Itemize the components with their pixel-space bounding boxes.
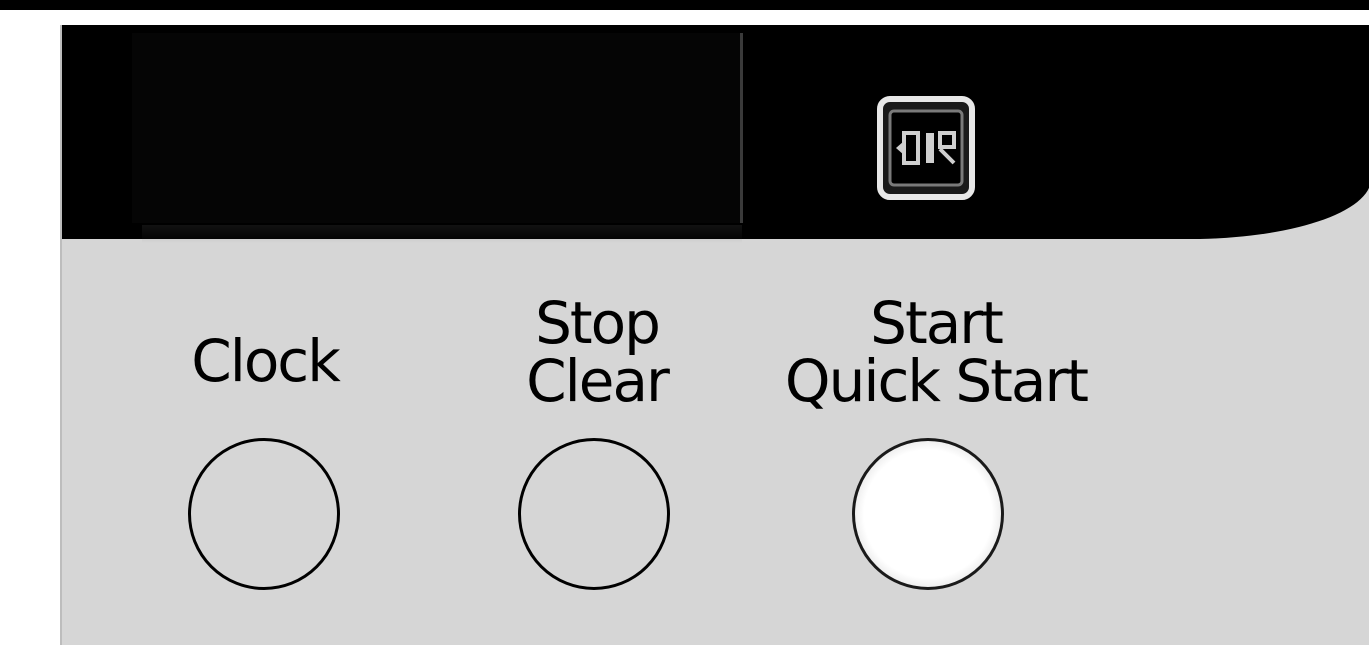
clock-label-line: Clock: [191, 327, 341, 395]
display-band: [62, 25, 1369, 239]
display-reflection: [142, 225, 742, 243]
clock-button[interactable]: [188, 438, 340, 590]
clock-label: Clock: [160, 328, 370, 394]
display-indicator-icon: [877, 96, 975, 200]
start-quick-start-label: Start Quick Start: [766, 290, 1106, 414]
display-screen: [132, 33, 743, 223]
top-border: [0, 0, 1369, 10]
control-panel-page: Clock Stop Clear Start Quick Start: [0, 0, 1369, 645]
quick-start-label-line: Quick Start: [784, 347, 1089, 415]
start-quick-start-button[interactable]: [852, 438, 1004, 590]
stop-clear-label: Stop Clear: [492, 290, 702, 414]
clear-label-line: Clear: [526, 347, 670, 415]
stop-clear-button[interactable]: [518, 438, 670, 590]
